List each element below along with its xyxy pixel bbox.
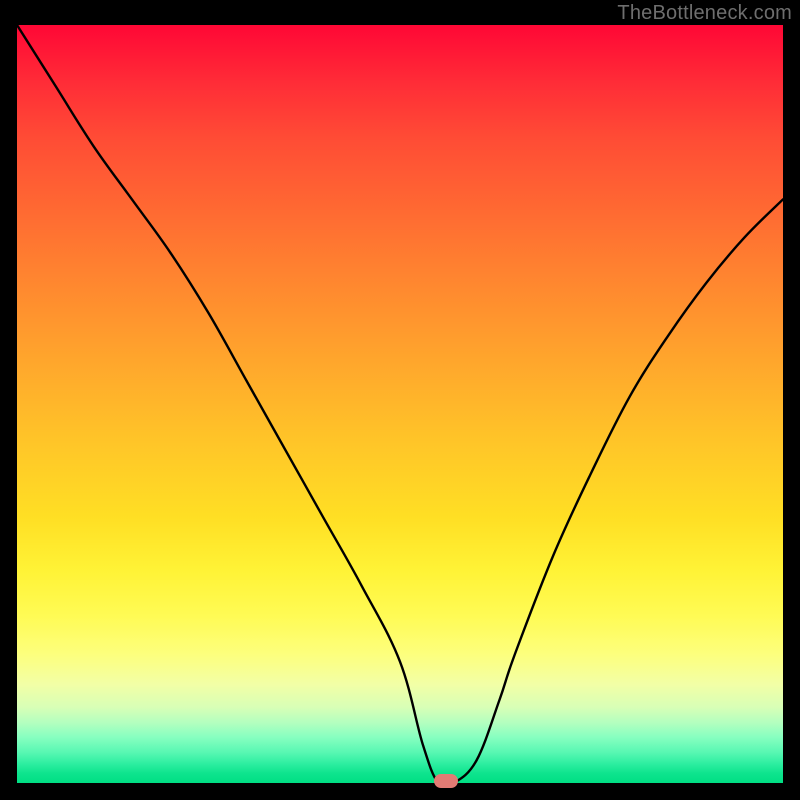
curve-path (17, 25, 783, 783)
watermark-text: TheBottleneck.com (617, 2, 792, 25)
plot-area (17, 25, 783, 783)
bottleneck-curve (17, 25, 783, 783)
chart-frame: TheBottleneck.com (0, 0, 800, 800)
optimum-marker (434, 774, 458, 788)
